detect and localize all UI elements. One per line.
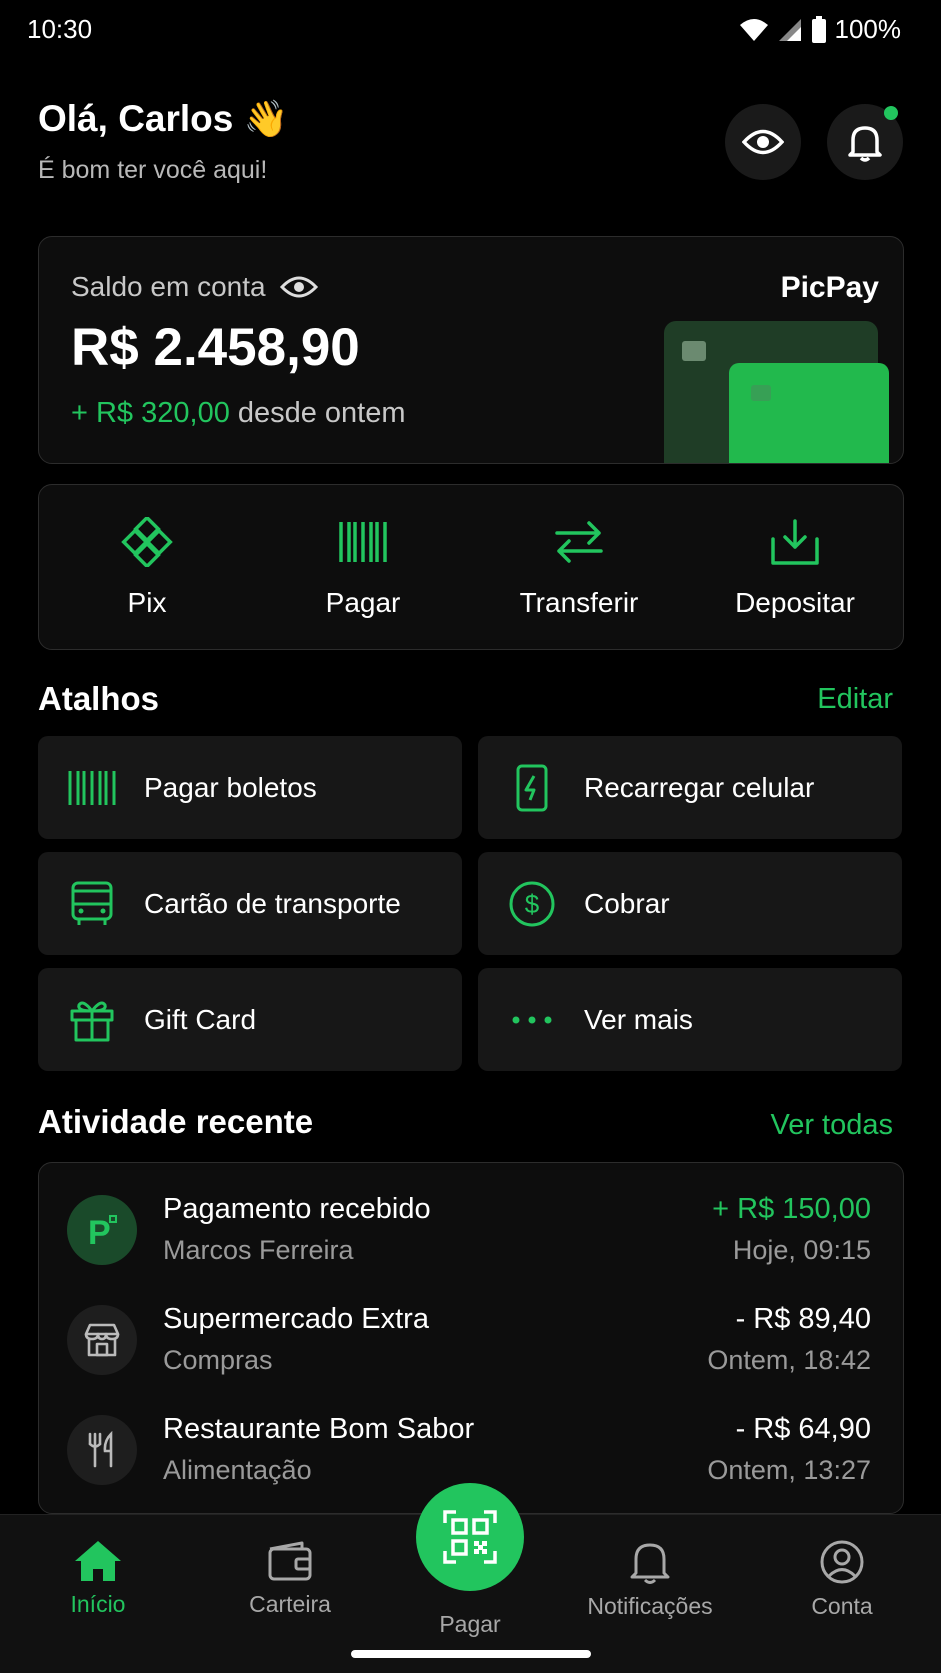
- shortcut-cobrar[interactable]: $ Cobrar: [478, 852, 902, 955]
- activity-sub: Compras: [163, 1345, 273, 1375]
- activity-sub: Alimentação: [163, 1455, 312, 1485]
- activity-name: Supermercado Extra: [163, 1303, 429, 1335]
- shortcuts-edit-link[interactable]: Editar: [817, 683, 893, 716]
- activity-name: Pagamento recebido: [163, 1193, 431, 1225]
- action-transferir[interactable]: Transferir: [471, 485, 687, 649]
- signal-icon: [778, 18, 801, 41]
- balance-label: Saldo em conta: [71, 271, 318, 303]
- greeting: Olá, Carlos 👋: [38, 98, 288, 140]
- bus-icon: [71, 881, 113, 925]
- balance-value: R$ 2.458,90: [71, 318, 360, 377]
- pix-icon: [121, 517, 173, 567]
- svg-text:$: $: [525, 889, 540, 919]
- phone-charge-icon: [516, 764, 548, 811]
- balance-delta: + R$ 320,00 desde ontem: [71, 397, 406, 430]
- activity-see-all-link[interactable]: Ver todas: [770, 1109, 893, 1142]
- eye-icon[interactable]: [279, 274, 318, 300]
- shortcut-label: Ver mais: [584, 1003, 693, 1035]
- shortcuts-title: Atalhos: [38, 680, 160, 717]
- activity-time: Ontem, 13:27: [707, 1455, 871, 1485]
- shortcut-label: Cobrar: [584, 887, 670, 919]
- nav-inicio[interactable]: Início: [18, 1539, 178, 1618]
- quick-actions: Pix Pagar Transferir Depositar: [38, 484, 904, 650]
- action-pagar[interactable]: Pagar: [255, 485, 471, 649]
- nav-label: Carteira: [249, 1591, 331, 1617]
- eye-icon: [742, 129, 784, 155]
- battery-percent: 100%: [834, 14, 902, 44]
- activity-title: Atividade recente: [38, 1103, 314, 1140]
- cutlery-icon: [67, 1415, 137, 1485]
- shortcut-label: Cartão de transporte: [144, 887, 401, 919]
- notification-dot: [884, 106, 898, 120]
- wifi-icon: [739, 18, 768, 41]
- activity-time: Ontem, 18:42: [707, 1345, 871, 1375]
- dollar-circle-icon: $: [509, 881, 555, 926]
- toggle-visibility-button[interactable]: [725, 104, 801, 180]
- balance-delta-suffix: desde ontem: [237, 397, 406, 429]
- activity-row[interactable]: P Pagamento recebido Marcos Ferreira + R…: [39, 1181, 903, 1281]
- status-time: 10:30: [27, 14, 93, 44]
- nav-carteira[interactable]: Carteira: [210, 1539, 370, 1618]
- action-label: Pagar: [325, 587, 401, 618]
- store-icon: [67, 1305, 137, 1375]
- balance-card: Saldo em conta R$ 2.458,90 + R$ 320,00 de…: [38, 236, 904, 464]
- greeting-subtitle: É bom ter você aqui!: [38, 156, 268, 184]
- nav-label: Notificações: [587, 1593, 713, 1619]
- activity-name: Restaurante Bom Sabor: [163, 1413, 475, 1445]
- nav-label: Início: [70, 1591, 126, 1617]
- shortcut-label: Gift Card: [144, 1003, 257, 1035]
- deposit-icon: [771, 519, 819, 565]
- activity-amount: - R$ 64,90: [735, 1413, 871, 1445]
- card-chip: [751, 385, 771, 401]
- transfer-icon: [555, 521, 603, 563]
- greeting-text: Olá, Carlos: [38, 98, 234, 139]
- brand-logo: PicPay: [780, 271, 879, 304]
- wave-emoji: 👋: [243, 98, 289, 139]
- nav-label: Conta: [811, 1593, 873, 1619]
- barcode-icon: [339, 522, 387, 562]
- shortcut-recarregar-celular[interactable]: Recarregar celular: [478, 736, 902, 839]
- activity-amount: + R$ 150,00: [712, 1193, 871, 1225]
- activity-amount: - R$ 89,40: [735, 1303, 871, 1335]
- battery-icon: [811, 15, 826, 43]
- user-icon: [820, 1540, 864, 1584]
- shortcut-cartao-transporte[interactable]: Cartão de transporte: [38, 852, 462, 955]
- shortcut-gift-card[interactable]: Gift Card: [38, 968, 462, 1071]
- action-depositar[interactable]: Depositar: [687, 485, 903, 649]
- wallet-icon: [268, 1541, 312, 1581]
- action-label: Depositar: [735, 587, 855, 618]
- more-dots-icon: [512, 1016, 552, 1023]
- pay-qr-button[interactable]: [416, 1483, 524, 1591]
- activity-sub: Marcos Ferreira: [163, 1235, 354, 1265]
- shortcut-ver-mais[interactable]: Ver mais: [478, 968, 902, 1071]
- gift-icon: [70, 1001, 114, 1041]
- status-icons: 100%: [739, 14, 902, 45]
- bell-icon: [630, 1543, 670, 1584]
- nav-pagar-label-wrap[interactable]: Pagar: [390, 1611, 550, 1638]
- shortcut-pagar-boletos[interactable]: Pagar boletos: [38, 736, 462, 839]
- picpay-logo-icon: P: [67, 1195, 137, 1265]
- nav-conta[interactable]: Conta: [762, 1539, 922, 1620]
- action-label: Transferir: [519, 587, 639, 618]
- barcode-icon: [68, 770, 116, 805]
- home-icon: [75, 1541, 121, 1581]
- card-graphic-front: [729, 363, 889, 463]
- shortcut-label: Pagar boletos: [144, 771, 317, 803]
- activity-row[interactable]: Supermercado Extra Compras - R$ 89,40 On…: [39, 1291, 903, 1391]
- card-chip: [682, 341, 706, 361]
- action-pix[interactable]: Pix: [39, 485, 255, 649]
- activity-time: Hoje, 09:15: [732, 1235, 871, 1265]
- home-indicator: [351, 1650, 591, 1658]
- qr-code-icon: [443, 1510, 497, 1564]
- nav-label: Pagar: [439, 1611, 501, 1637]
- action-label: Pix: [127, 587, 167, 618]
- activity-list: P Pagamento recebido Marcos Ferreira + R…: [38, 1162, 904, 1514]
- shortcut-label: Recarregar celular: [584, 771, 815, 803]
- bell-icon: [848, 126, 882, 162]
- balance-label-text: Saldo em conta: [71, 271, 266, 302]
- nav-notificacoes[interactable]: Notificações: [570, 1539, 730, 1620]
- balance-delta-value: + R$ 320,00: [71, 397, 230, 429]
- svg-text:P: P: [88, 1214, 111, 1250]
